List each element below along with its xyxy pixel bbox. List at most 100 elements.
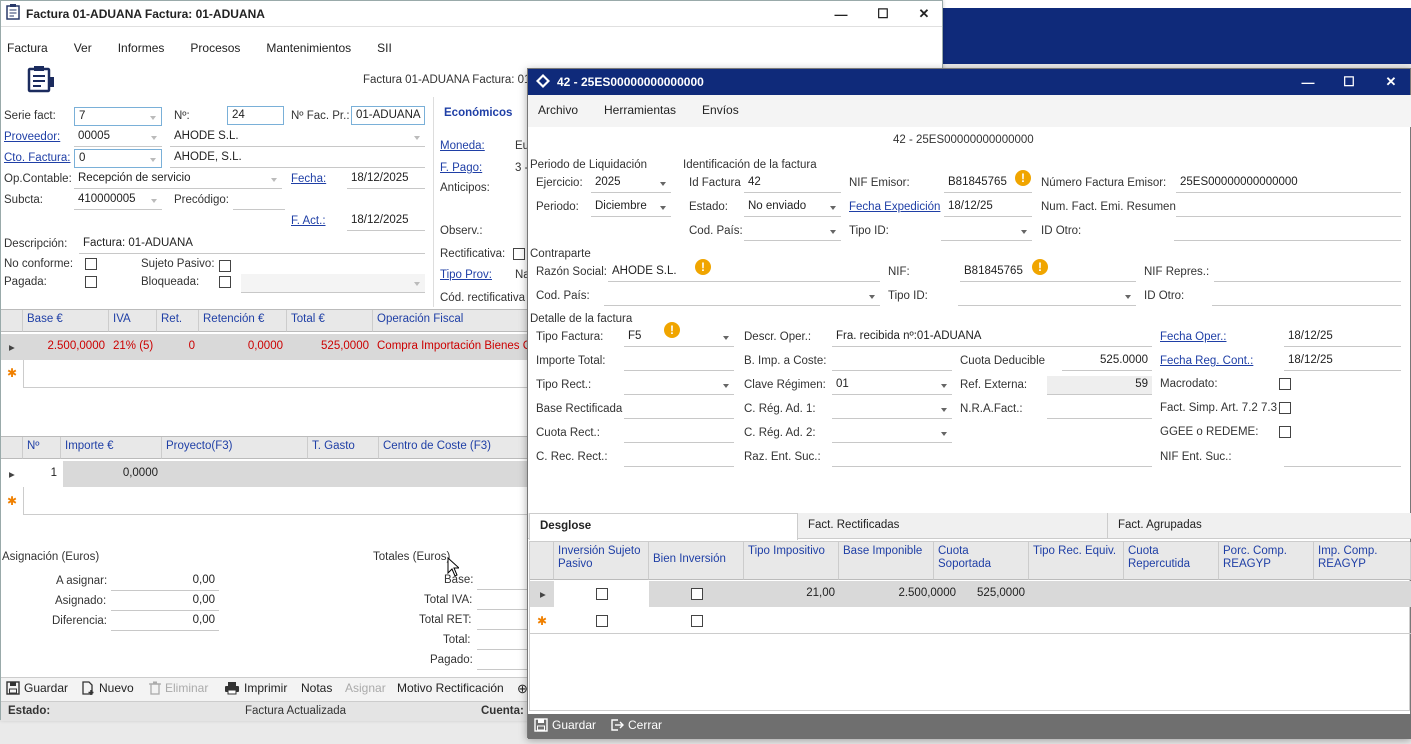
desglose-header-cuotarep[interactable]: Cuota Repercutida	[1124, 542, 1219, 580]
descripcion-field[interactable]: Factura: 01-ADUANA	[79, 235, 425, 254]
cregad2-select[interactable]	[832, 424, 952, 443]
fact-field[interactable]: 18/12/2025	[347, 212, 425, 231]
proveedor-label[interactable]: Proveedor:	[4, 131, 60, 143]
fechaoper-label[interactable]: Fecha Oper.:	[1160, 331, 1226, 343]
claveregimen-select[interactable]: 01	[832, 376, 952, 395]
bimpcoste-field[interactable]	[832, 352, 952, 371]
minimize-icon[interactable]: —	[1288, 69, 1328, 95]
nif-field[interactable]: B81845765	[960, 263, 1136, 282]
sujeto-checkbox[interactable]	[219, 260, 231, 272]
sii-cerrar-button[interactable]: Cerrar	[610, 718, 662, 732]
minimize-icon[interactable]: —	[821, 1, 861, 27]
fecharegcont-label[interactable]: Fecha Reg. Cont.:	[1160, 355, 1253, 367]
tab-fact-rectificadas[interactable]: Fact. Rectificadas	[798, 513, 1108, 539]
tipoid-select[interactable]	[941, 222, 1032, 241]
grid2-cell-importe[interactable]: 0,0000	[63, 461, 162, 487]
desglose-header-bien[interactable]: Bien Inversión	[649, 542, 744, 580]
factsimp-checkbox[interactable]	[1279, 402, 1291, 414]
desglose-cell-cuota[interactable]: 525,0000	[934, 581, 1029, 607]
pagada-checkbox[interactable]	[85, 276, 97, 288]
baserect-field[interactable]	[624, 400, 734, 419]
ejercicio-select[interactable]: 2025	[591, 174, 671, 193]
cto-label[interactable]: Cto. Factura:	[4, 152, 70, 164]
menu-archivo[interactable]: Archivo	[538, 103, 578, 117]
precodigo-field[interactable]	[233, 191, 285, 210]
cto-field[interactable]: 0	[74, 149, 162, 168]
cregad1-select[interactable]	[832, 400, 952, 419]
tab-fact-agrupadas[interactable]: Fact. Agrupadas	[1108, 513, 1411, 539]
menu-informes[interactable]: Informes	[118, 41, 165, 55]
menu-mantenimientos[interactable]: Mantenimientos	[266, 41, 351, 55]
desglose-header-tiporec[interactable]: Tipo Rec. Equiv.	[1029, 542, 1124, 580]
idotro-field[interactable]	[1174, 222, 1401, 241]
desglose-header-porc[interactable]: Porc. Comp. REAGYP	[1219, 542, 1314, 580]
grid2-header-tgasto[interactable]: T. Gasto	[308, 437, 379, 459]
table-row[interactable]: ▸ 21,00 2.500,0000 525,0000	[530, 581, 1411, 607]
grid2-cell-n[interactable]: 1	[23, 461, 61, 487]
desglose-header-cuota[interactable]: Cuota Soportada	[934, 542, 1029, 580]
imprimir-button[interactable]: Imprimir	[224, 681, 287, 695]
moneda-label[interactable]: Moneda:	[440, 140, 485, 152]
idfactura-field[interactable]: 42	[744, 174, 841, 193]
fechaexp-field[interactable]: 18/12/25	[944, 198, 1032, 217]
subcta-field[interactable]: 410000005	[74, 191, 162, 210]
desglose-header-imp[interactable]: Imp. Comp. REAGYP	[1314, 542, 1411, 580]
new-row-icon[interactable]: ✱	[7, 366, 17, 380]
grid1-header-opfiscal[interactable]: Operación Fiscal	[373, 310, 541, 332]
crecrect-field[interactable]	[624, 448, 734, 467]
bien-new-checkbox[interactable]	[691, 615, 703, 627]
periodo-select[interactable]: Diciembre	[591, 198, 671, 217]
grid1-cell-base[interactable]: 2.500,0000	[23, 334, 109, 360]
nifentsuc-field[interactable]	[1284, 448, 1401, 467]
idotro2-field[interactable]	[1212, 287, 1401, 306]
isp-checkbox[interactable]	[596, 588, 608, 600]
grid1-header-ret[interactable]: Ret.	[157, 310, 199, 332]
grid1-header-base[interactable]: Base €	[23, 310, 109, 332]
estado-select[interactable]: No enviado	[744, 198, 841, 217]
opcontable-field[interactable]: Recepción de servicio	[74, 170, 282, 189]
tiporect-select[interactable]	[624, 376, 734, 395]
grid2-header-proyecto[interactable]: Proyecto(F3)	[162, 437, 308, 459]
nuevo-button[interactable]: Nuevo	[81, 681, 134, 695]
invoice-titlebar[interactable]: Factura 01-ADUANA Factura: 01-ADUANA — ☐…	[1, 1, 942, 27]
grid1-cell-iva[interactable]: 21% (5)	[109, 334, 157, 360]
grid1-header-iva[interactable]: IVA	[109, 310, 157, 332]
proveedor-field[interactable]: 00005	[74, 128, 162, 147]
tab-desglose[interactable]: Desglose	[529, 513, 798, 540]
notas-button[interactable]: Notas	[301, 681, 332, 695]
razonsocial-field[interactable]: AHODE S.L.	[608, 263, 880, 282]
rectificativa-checkbox[interactable]	[513, 248, 525, 260]
grid1-header-retencion[interactable]: Retención €	[199, 310, 287, 332]
isp-new-checkbox[interactable]	[596, 615, 608, 627]
menu-procesos[interactable]: Procesos	[190, 41, 240, 55]
proveedor-name-field[interactable]: AHODE S.L.	[170, 128, 425, 147]
grid1-cell-retencion[interactable]: 0,0000	[199, 334, 287, 360]
nifrepres-field[interactable]	[1214, 263, 1401, 282]
grid1-cell-total[interactable]: 525,0000	[287, 334, 373, 360]
nfacpr-field[interactable]: 01-ADUANA	[351, 106, 425, 125]
fechaexp-label[interactable]: Fecha Expedición	[849, 201, 940, 213]
nrafact-field[interactable]	[1047, 400, 1152, 419]
table-row[interactable]: ▸ 1 0,0000	[1, 461, 541, 487]
menu-sii[interactable]: SII	[377, 41, 392, 55]
menu-ver[interactable]: Ver	[74, 41, 92, 55]
table-row[interactable]: ▸ 2.500,0000 21% (5) 0 0,0000 525,0000 C…	[1, 334, 541, 360]
grid2-header-centro[interactable]: Centro de Coste (F3)	[379, 437, 541, 459]
close-icon[interactable]: ✕	[1371, 69, 1411, 95]
tipoprov-label[interactable]: Tipo Prov:	[440, 269, 492, 281]
sii-titlebar[interactable]: 42 - 25ES00000000000000 — ☐ ✕	[528, 69, 1410, 95]
economicos-tab[interactable]: Económicos	[444, 107, 512, 119]
cuotadeducible-field[interactable]: 525.0000	[1062, 352, 1152, 371]
fecha-field[interactable]: 18/12/2025	[347, 170, 425, 189]
grid1-header-total[interactable]: Total €	[287, 310, 373, 332]
tipoid2-select[interactable]	[958, 287, 1136, 306]
bloqueada-select[interactable]	[241, 274, 425, 293]
maximize-icon[interactable]: ☐	[863, 1, 903, 27]
desglose-cell-tipo[interactable]: 21,00	[744, 581, 839, 607]
grid2-header-importe[interactable]: Importe €	[61, 437, 162, 459]
close-icon[interactable]: ✕	[904, 1, 944, 27]
menu-envios[interactable]: Envíos	[702, 103, 739, 117]
ggee-checkbox[interactable]	[1279, 426, 1291, 438]
desglose-header-tipo[interactable]: Tipo Impositivo	[744, 542, 839, 580]
fecha-label[interactable]: Fecha:	[291, 173, 326, 185]
